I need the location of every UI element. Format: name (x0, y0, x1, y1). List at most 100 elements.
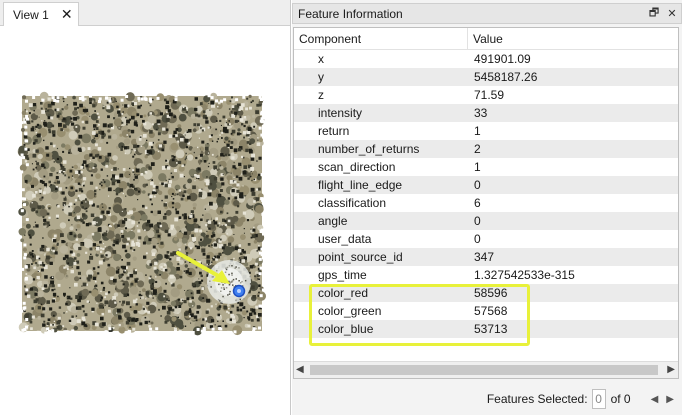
point-speck (78, 246, 82, 251)
point-edge-gap (21, 328, 25, 332)
point-speck (83, 184, 85, 187)
close-icon[interactable]: ✕ (61, 6, 73, 23)
point-speck (111, 181, 116, 186)
point-speck (93, 137, 96, 139)
attribute-row[interactable]: gps_time 1.327542533e-315 (294, 266, 678, 284)
point-cluster (142, 190, 146, 194)
attribute-row[interactable]: color_blue 53713 (294, 320, 678, 338)
point-speck (229, 318, 232, 321)
attribute-row[interactable]: intensity 33 (294, 104, 678, 122)
close-icon[interactable]: ✕ (663, 7, 681, 20)
point-speck (131, 220, 136, 225)
point-speck (226, 212, 229, 215)
point-speck (211, 319, 215, 323)
point-speck (63, 266, 66, 269)
point-cluster (226, 167, 232, 172)
attribute-row[interactable]: scan_direction 1 (294, 158, 678, 176)
attribute-grid[interactable]: Component Value x 491901.09 y 5458187.26 z 71… (293, 27, 679, 379)
point-cluster (170, 142, 179, 151)
attribute-row[interactable]: point_source_id 347 (294, 248, 678, 266)
point-speck (64, 254, 69, 259)
attribute-row[interactable]: color_red 58596 (294, 284, 678, 302)
point-edge-gap (262, 157, 266, 161)
attribute-row[interactable]: z 71.59 (294, 86, 678, 104)
point-speck (255, 327, 258, 330)
restore-icon[interactable]: 🗗 (645, 4, 663, 23)
next-feature-icon[interactable]: ▶ (666, 394, 674, 405)
point-speck (121, 113, 124, 115)
attribute-row[interactable]: y 5458187.26 (294, 68, 678, 86)
point-speck (255, 110, 260, 115)
point-speck (150, 162, 155, 166)
point-speck (221, 224, 223, 226)
point-speck (116, 312, 118, 314)
attribute-row[interactable]: angle 0 (294, 212, 678, 230)
attribute-row[interactable]: return 1 (294, 122, 678, 140)
previous-feature-icon[interactable]: ◀ (651, 394, 659, 405)
point-speck (89, 290, 92, 294)
point-speck (119, 276, 120, 278)
point-cluster (76, 224, 81, 229)
point-speck (149, 223, 154, 228)
point-speck (63, 312, 65, 314)
point-speck (129, 246, 133, 250)
point-speck (234, 119, 238, 123)
point-speck (129, 326, 131, 329)
point-speck (63, 124, 67, 128)
attribute-row[interactable]: flight_line_edge 0 (294, 176, 678, 194)
point-speck (75, 315, 78, 317)
column-header-value[interactable]: Value (468, 28, 503, 49)
point-cluster (19, 164, 27, 172)
point-speck (29, 287, 33, 291)
point-speck (94, 214, 96, 216)
column-header-component[interactable]: Component (294, 28, 468, 49)
point-speck (125, 116, 127, 119)
tab-view-1[interactable]: View 1 ✕ (3, 2, 79, 26)
point-cluster (226, 303, 230, 307)
attribute-row[interactable]: color_green 57568 (294, 302, 678, 320)
grid-header: Component Value (294, 28, 678, 50)
point-speck (100, 254, 104, 258)
point-speck (172, 134, 176, 138)
point-speck (155, 276, 157, 278)
point-cluster (37, 153, 43, 160)
point-speck (202, 110, 206, 114)
attribute-row[interactable]: user_data 0 (294, 230, 678, 248)
point-speck (99, 182, 102, 185)
point-speck (194, 97, 198, 101)
point-speck (48, 224, 51, 226)
point-speck (258, 244, 260, 247)
map-canvas[interactable] (0, 27, 290, 415)
point-speck (224, 223, 227, 227)
point-speck (85, 210, 88, 213)
point-speck (89, 222, 92, 226)
scrollbar-thumb[interactable] (310, 365, 658, 375)
attribute-row[interactable]: classification 6 (294, 194, 678, 212)
point-edge-gap (210, 96, 214, 100)
point-edge-gap (51, 329, 55, 333)
point-cloud-render[interactable] (0, 27, 290, 415)
point-speck (35, 298, 39, 302)
feature-index-input[interactable]: 0 (591, 389, 606, 409)
point-edge-gap (56, 99, 60, 103)
attribute-row[interactable]: x 491901.09 (294, 50, 678, 68)
point-speck (239, 308, 243, 312)
point-edge-gap (22, 156, 26, 160)
scroll-right-icon[interactable]: ▶ (667, 364, 675, 375)
point-speck (100, 247, 103, 250)
point-speck (95, 154, 99, 158)
point-speck (193, 218, 197, 223)
point-speck (40, 268, 44, 272)
point-speck (250, 157, 255, 161)
attribute-row[interactable]: number_of_returns 2 (294, 140, 678, 158)
scroll-left-icon[interactable]: ◀ (296, 364, 304, 375)
horizontal-scrollbar[interactable]: ◀ ▶ (294, 361, 678, 378)
point-speck (89, 101, 92, 104)
point-speck (201, 140, 205, 144)
point-edge-gap (252, 329, 256, 333)
point-speck (43, 320, 46, 323)
point-speck (193, 315, 198, 319)
point-speck (135, 298, 138, 301)
point-speck (102, 107, 105, 110)
point-speck (68, 176, 70, 179)
